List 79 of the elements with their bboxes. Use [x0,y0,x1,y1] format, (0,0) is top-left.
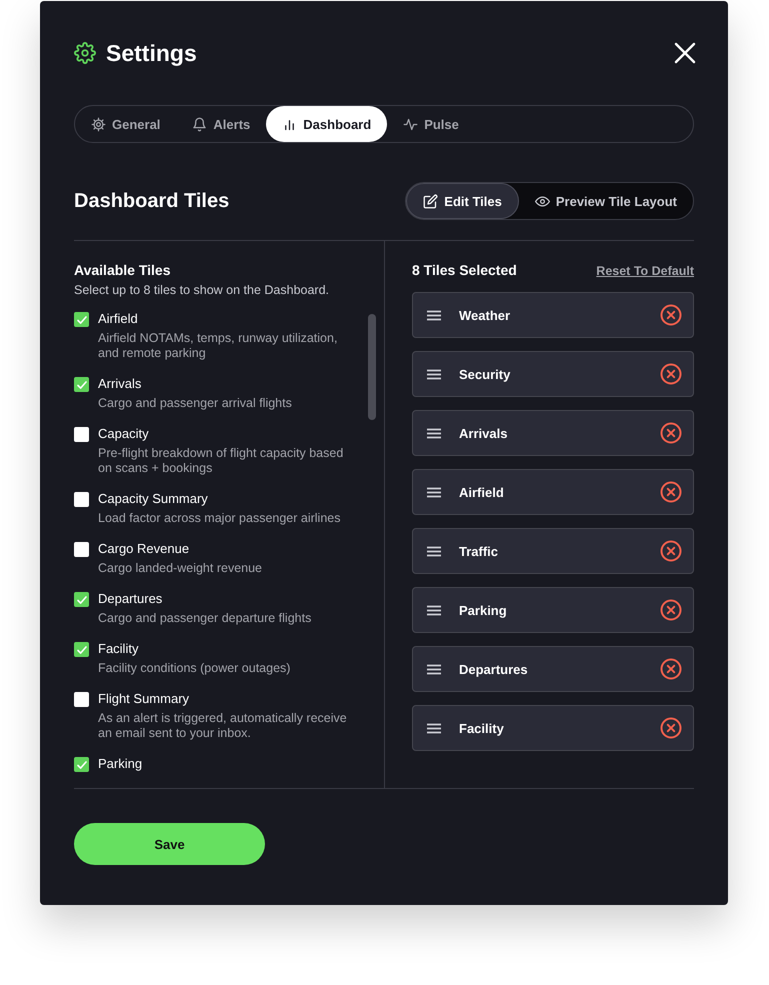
section-title: Dashboard Tiles [74,190,230,212]
reset-link[interactable]: Reset To Default [596,264,694,278]
tile-label: Weather [459,308,512,322]
remove-icon[interactable] [660,658,682,680]
available-tiles-heading: Available Tiles [74,262,172,278]
bell-icon [192,116,208,132]
tile-description: Pre-flight breakdown of flight capacity based on scans + bookings [98,446,344,476]
drag-handle-icon[interactable] [427,486,441,498]
tile-description: Cargo and passenger arrival flights [98,396,292,411]
selected-tile[interactable]: Arrivals [412,410,694,456]
selected-tile[interactable]: Traffic [412,528,694,574]
remove-icon[interactable] [660,599,682,621]
edit-icon [423,194,438,208]
tile-label: Facility [459,720,505,736]
drag-handle-icon[interactable] [427,368,441,380]
checkbox[interactable] [74,542,89,557]
checkbox[interactable] [74,312,89,327]
selected-tile[interactable]: Weather [412,292,694,338]
selected-tile[interactable]: Departures [412,646,694,692]
view-option[interactable]: Edit Tiles [406,183,519,219]
pulse-icon [403,116,418,132]
dialog-title: Settings [106,40,197,66]
tile-label: Arrivals [459,426,508,440]
remove-icon[interactable] [660,717,682,739]
tile-name: Facility [98,641,140,656]
settings-icon [74,42,96,64]
save-button[interactable]: Save [74,823,265,865]
tab[interactable]: General [75,106,176,142]
tile-label: Airfield [459,484,505,500]
checkbox[interactable] [74,427,89,442]
eye-icon [534,194,550,208]
tile-description: Facility conditions (power outages) [98,661,290,676]
drag-handle-icon[interactable] [427,722,441,734]
checkbox[interactable] [74,492,89,507]
tab[interactable]: Dashboard [266,106,388,142]
tile-label: Traffic [459,544,500,558]
selected-tile[interactable]: Parking [412,587,694,633]
drag-handle-icon[interactable] [427,604,441,616]
tile-description: Airfield NOTAMs, temps, runway utilization, and remote parking [98,331,338,361]
tile-name: Departures [98,591,164,606]
tile-label: Security [459,366,512,382]
checkbox[interactable] [74,692,89,707]
view-option[interactable]: Preview Tile Layout [518,183,693,219]
tile-description: As an alert is triggered, automatically receive an email sent to your inbox. [98,711,348,741]
drag-handle-icon[interactable] [427,546,441,556]
tile-name: Flight Summary [98,691,190,706]
tile-description: Load factor across major passenger airlines [98,511,340,526]
checkbox[interactable] [74,377,89,392]
tile-name: Parking [98,756,142,771]
remove-icon[interactable] [660,540,682,562]
drag-handle-icon[interactable] [427,428,441,438]
tab[interactable]: Alerts [176,106,266,142]
drag-handle-icon[interactable] [427,664,441,674]
tile-name: Cargo Revenue [98,541,190,556]
selected-tile[interactable]: Facility [412,705,694,751]
remove-icon[interactable] [660,304,682,326]
remove-icon[interactable] [660,363,682,385]
remove-icon[interactable] [660,422,682,444]
checkbox[interactable] [74,642,89,657]
tile-name: Airfield [98,311,139,326]
tile-description: Cargo and passenger departure flights [98,611,312,626]
selected-tile[interactable]: Security [412,351,694,397]
tab[interactable]: Pulse [387,106,475,142]
drag-handle-icon[interactable] [427,310,441,320]
scrollbar-thumb[interactable] [368,314,376,420]
available-tiles-hint: Select up to 8 tiles to show on the Dashboard. [74,283,330,297]
gear-icon [91,116,106,132]
tile-name: Capacity [98,426,150,441]
close-button[interactable] [674,42,696,64]
tile-name: Arrivals [98,376,142,391]
tile-label: Parking [459,602,508,618]
selected-tile[interactable]: Airfield [412,469,694,515]
tile-label: Departures [459,662,529,676]
selected-count: 8 Tiles Selected [412,262,517,278]
tile-description: Cargo landed-weight revenue [98,561,262,576]
checkbox[interactable] [74,757,89,772]
checkbox[interactable] [74,592,89,607]
tile-name: Capacity Summary [98,491,209,506]
remove-icon[interactable] [660,481,682,503]
